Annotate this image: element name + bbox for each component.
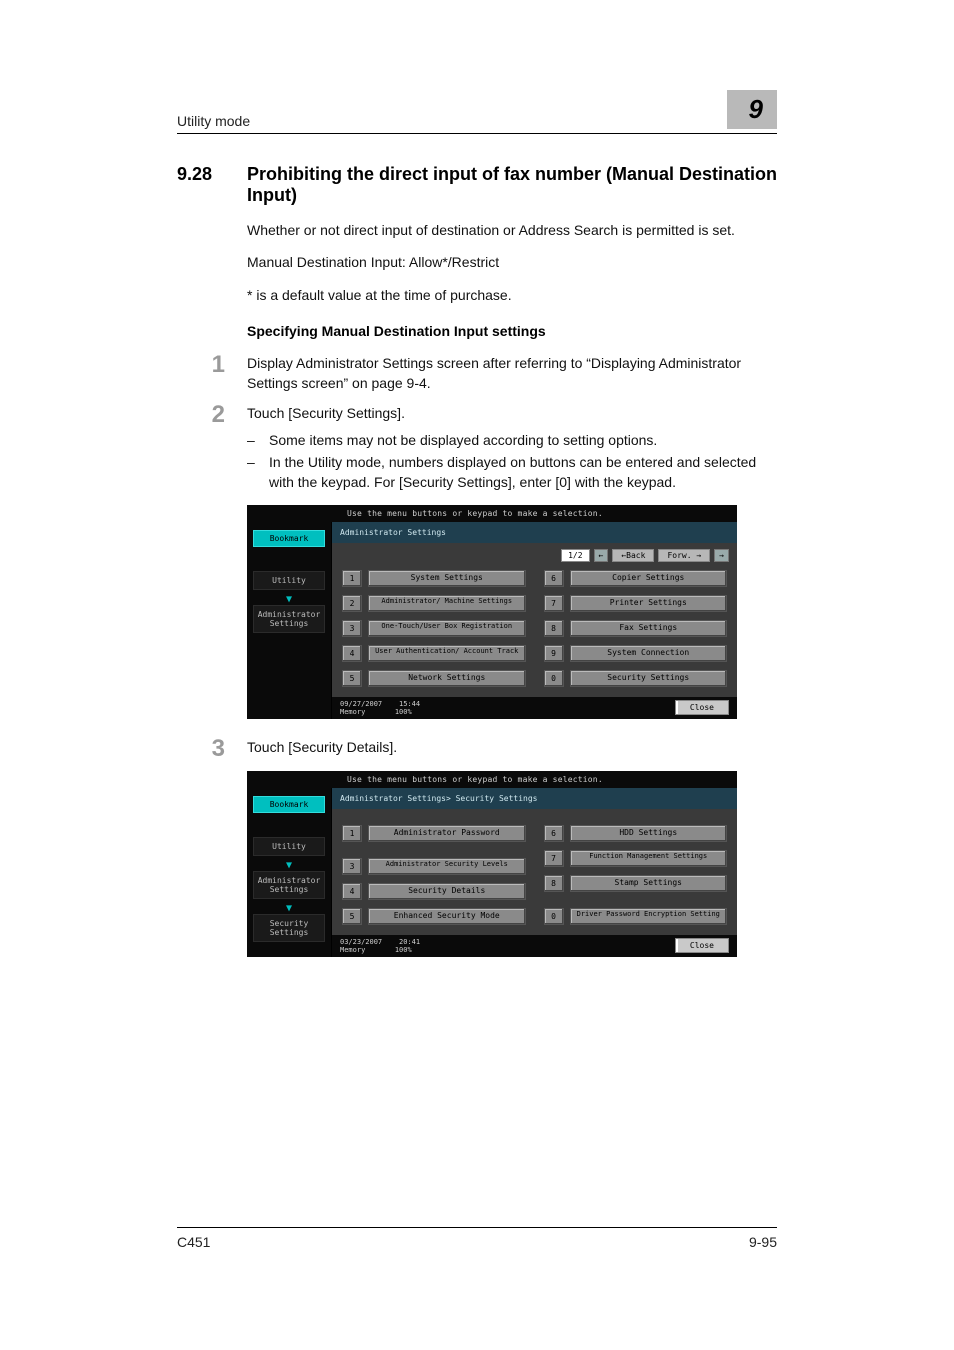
menu-number-button[interactable]: 1 <box>342 825 362 842</box>
step-number: 1 <box>177 353 225 394</box>
panel-memory-value: 100% <box>395 946 412 954</box>
section-heading: 9.28 Prohibiting the direct input of fax… <box>177 164 777 206</box>
menu-button[interactable]: One-Touch/User Box Registration <box>368 620 526 637</box>
step-number: 2 <box>177 403 225 494</box>
menu-number-button[interactable]: 9 <box>544 645 564 662</box>
panel-time: 15:44 <box>399 700 420 708</box>
menu-button[interactable]: Security Details <box>368 883 526 900</box>
menu-number-button[interactable]: 7 <box>544 850 564 867</box>
panel-memory-label: Memory <box>340 946 365 954</box>
menu-button[interactable]: Function Management Settings <box>570 850 728 867</box>
menu-button[interactable]: Network Settings <box>368 670 526 687</box>
menu-number-button[interactable]: 2 <box>342 595 362 612</box>
menu-number-button[interactable]: 6 <box>544 825 564 842</box>
step-text: Display Administrator Settings screen af… <box>247 353 777 394</box>
panel-instruction: Use the menu buttons or keypad to make a… <box>247 505 737 522</box>
page-indicator: 1/2 <box>561 549 589 562</box>
menu-button[interactable]: Administrator/ Machine Settings <box>368 595 526 612</box>
step-text: Touch [Security Settings]. –Some items m… <box>247 403 777 494</box>
panel-title-bar: Administrator Settings <box>332 522 737 543</box>
panel-title-bar: Administrator Settings> Security Setting… <box>332 788 737 809</box>
chapter-number-box: 9 <box>727 90 777 129</box>
menu-number-button[interactable]: 4 <box>342 883 362 900</box>
menu-number-button[interactable]: 3 <box>342 620 362 637</box>
section-number: 9.28 <box>177 164 227 206</box>
menu-button[interactable]: Printer Settings <box>570 595 728 612</box>
breadcrumb-utility[interactable]: Utility <box>253 837 325 856</box>
touchscreen-panel-admin-settings: Use the menu buttons or keypad to make a… <box>247 505 737 719</box>
footer-page: 9-95 <box>749 1234 777 1250</box>
menu-number-button[interactable]: 7 <box>544 595 564 612</box>
menu-number-button[interactable]: 5 <box>342 908 362 925</box>
body-paragraph: Whether or not direct input of destinati… <box>247 220 777 240</box>
body-paragraph: Manual Destination Input: Allow*/Restric… <box>247 252 777 272</box>
breadcrumb-security-settings[interactable]: Security Settings <box>253 914 325 942</box>
running-head: Utility mode 9 <box>177 90 777 134</box>
panel-date: 03/23/2007 <box>340 938 382 946</box>
menu-number-button[interactable]: 8 <box>544 620 564 637</box>
menu-button[interactable]: Copier Settings <box>570 570 728 587</box>
menu-number-button[interactable]: 3 <box>342 858 362 875</box>
breadcrumb-utility[interactable]: Utility <box>253 571 325 590</box>
arrow-left-icon[interactable]: ← <box>594 549 609 562</box>
chevron-down-icon: ▼ <box>253 596 325 603</box>
touchscreen-panel-security-settings: Use the menu buttons or keypad to make a… <box>247 771 737 957</box>
menu-number-button[interactable]: 0 <box>544 670 564 687</box>
footer-model: C451 <box>177 1234 210 1250</box>
panel-memory-label: Memory <box>340 708 365 716</box>
menu-number-button[interactable]: 6 <box>544 570 564 587</box>
menu-button[interactable]: Driver Password Encryption Setting <box>570 908 728 925</box>
menu-number-button[interactable]: 1 <box>342 570 362 587</box>
chevron-down-icon: ▼ <box>253 905 325 912</box>
menu-button[interactable]: Enhanced Security Mode <box>368 908 526 925</box>
menu-button[interactable]: Administrator Password <box>368 825 526 842</box>
step-subitem: In the Utility mode, numbers displayed o… <box>269 452 777 493</box>
step-item: 2 Touch [Security Settings]. –Some items… <box>177 403 777 494</box>
step-number: 3 <box>177 737 225 761</box>
menu-button[interactable]: Security Settings <box>570 670 728 687</box>
breadcrumb-admin-settings[interactable]: Administrator Settings <box>253 605 325 633</box>
body-paragraph: * is a default value at the time of purc… <box>247 285 777 305</box>
back-button[interactable]: ←Back <box>612 549 654 562</box>
panel-date: 09/27/2007 <box>340 700 382 708</box>
menu-number-button[interactable]: 4 <box>342 645 362 662</box>
menu-button[interactable]: HDD Settings <box>570 825 728 842</box>
menu-button[interactable]: Fax Settings <box>570 620 728 637</box>
section-body: Whether or not direct input of destinati… <box>247 220 777 305</box>
forward-button[interactable]: Forw. → <box>658 549 710 562</box>
step-item: 1 Display Administrator Settings screen … <box>177 353 777 394</box>
step-text: Touch [Security Details]. <box>247 737 777 761</box>
procedure-subhead: Specifying Manual Destination Input sett… <box>247 323 777 339</box>
menu-button[interactable]: System Connection <box>570 645 728 662</box>
step-subitem: Some items may not be displayed accordin… <box>269 430 657 450</box>
menu-number-button[interactable]: 8 <box>544 875 564 892</box>
close-button[interactable]: Close <box>675 700 729 715</box>
menu-button[interactable]: Administrator Security Levels <box>368 858 526 875</box>
bookmark-tab[interactable]: Bookmark <box>253 530 325 547</box>
bookmark-tab[interactable]: Bookmark <box>253 796 325 813</box>
menu-number-button[interactable]: 5 <box>342 670 362 687</box>
panel-time: 20:41 <box>399 938 420 946</box>
panel-instruction: Use the menu buttons or keypad to make a… <box>247 771 737 788</box>
page-footer: C451 9-95 <box>177 1227 777 1250</box>
menu-button[interactable]: System Settings <box>368 570 526 587</box>
menu-button[interactable]: Stamp Settings <box>570 875 728 892</box>
arrow-right-icon[interactable]: → <box>714 549 729 562</box>
close-button[interactable]: Close <box>675 938 729 953</box>
menu-button[interactable]: User Authentication/ Account Track <box>368 645 526 662</box>
step-item: 3 Touch [Security Details]. <box>177 737 777 761</box>
section-title: Prohibiting the direct input of fax numb… <box>247 164 777 206</box>
breadcrumb-admin-settings[interactable]: Administrator Settings <box>253 871 325 899</box>
menu-number-button[interactable]: 0 <box>544 908 564 925</box>
panel-memory-value: 100% <box>395 708 412 716</box>
running-head-text: Utility mode <box>177 113 250 129</box>
chevron-down-icon: ▼ <box>253 862 325 869</box>
